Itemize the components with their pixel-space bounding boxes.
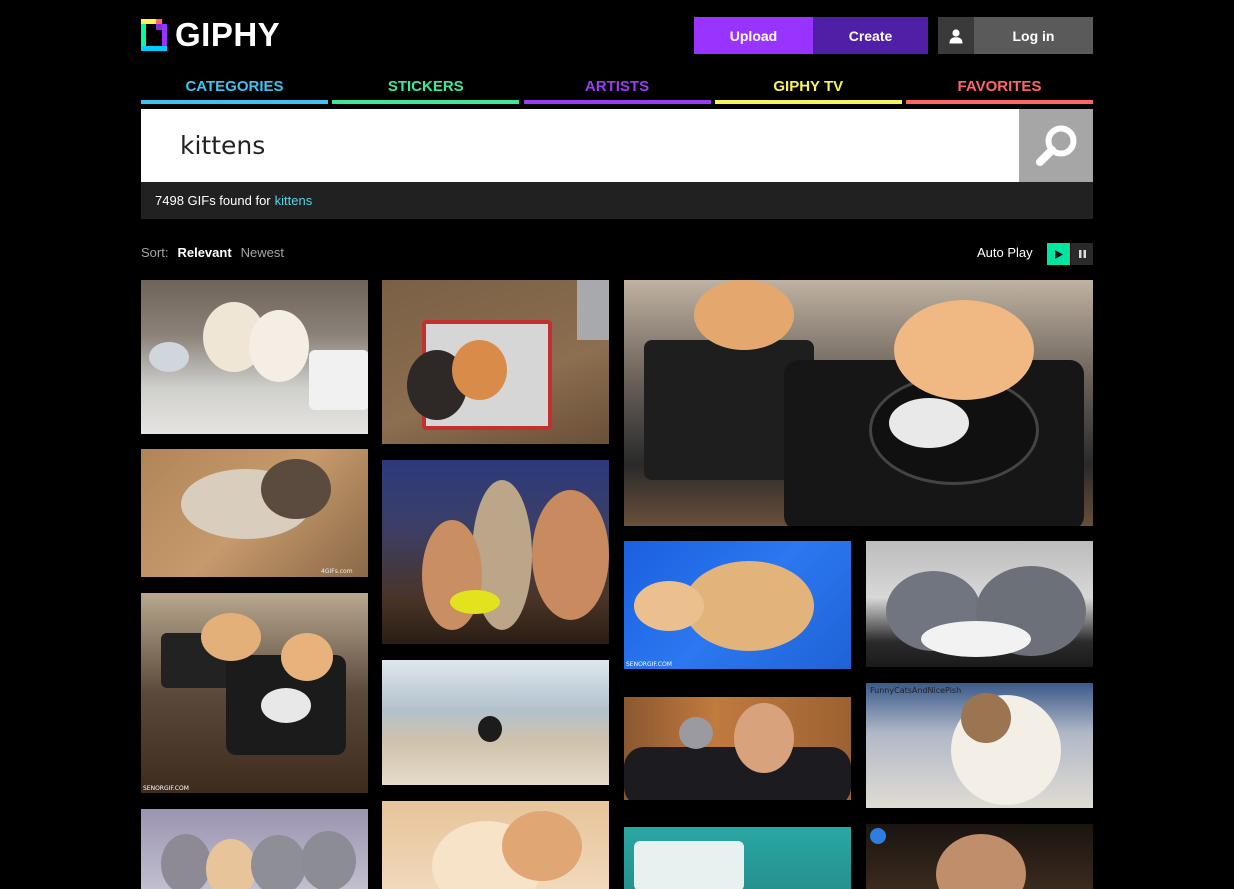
nav-stickers-underline bbox=[332, 100, 520, 104]
gif-subject bbox=[502, 811, 582, 881]
gif-subject bbox=[201, 613, 261, 661]
create-button[interactable]: Create bbox=[813, 17, 928, 54]
gif-subject bbox=[161, 834, 211, 889]
nav-favorites-label: FAVORITES bbox=[957, 78, 1042, 95]
gif-subject bbox=[281, 633, 333, 681]
nav-categories-underline bbox=[141, 100, 328, 104]
gif-tile[interactable] bbox=[382, 280, 609, 444]
search-input[interactable] bbox=[141, 109, 1019, 182]
gif-subject bbox=[251, 835, 306, 889]
sort-relevant[interactable]: Relevant bbox=[177, 245, 231, 260]
gif-subject bbox=[249, 310, 309, 382]
results-summary: 7498 GIFs found for kittens bbox=[141, 182, 1093, 219]
gif-subject bbox=[634, 841, 744, 889]
gif-tile[interactable] bbox=[141, 280, 368, 434]
giphy-logo[interactable]: GIPHY bbox=[141, 18, 280, 52]
gif-subject bbox=[450, 590, 500, 614]
gif-subject bbox=[889, 398, 969, 448]
sort-newest[interactable]: Newest bbox=[241, 245, 284, 260]
gif-tile[interactable]: SENORGIF.COM bbox=[624, 541, 851, 669]
user-icon bbox=[949, 28, 963, 43]
nav-giphy-tv-underline bbox=[714, 100, 902, 104]
gif-watermark: SENORGIF.COM bbox=[626, 661, 672, 668]
search-icon bbox=[1036, 125, 1077, 166]
gif-subject bbox=[261, 459, 331, 519]
nav-artists[interactable]: ARTISTS bbox=[523, 72, 711, 104]
sort-controls: Sort: Relevant Newest bbox=[141, 245, 284, 260]
gif-watermark: SENORGIF.COM bbox=[143, 785, 189, 792]
gif-subject bbox=[478, 716, 502, 742]
gif-subject bbox=[532, 490, 609, 620]
sort-label: Sort: bbox=[141, 245, 169, 260]
gif-tile[interactable] bbox=[624, 697, 851, 800]
gif-subject bbox=[870, 828, 886, 844]
gif-subject bbox=[894, 300, 1034, 400]
gif-tile[interactable] bbox=[382, 460, 609, 644]
autoplay-label: Auto Play bbox=[977, 245, 1033, 260]
play-icon bbox=[1054, 249, 1063, 259]
autoplay-play-button[interactable] bbox=[1047, 243, 1070, 265]
nav-artists-underline bbox=[523, 100, 711, 104]
giphy-logo-icon bbox=[141, 19, 167, 51]
gif-subject bbox=[452, 340, 507, 400]
gif-subject bbox=[694, 280, 794, 350]
gif-subject bbox=[149, 342, 189, 372]
gif-tile[interactable] bbox=[141, 809, 368, 889]
logo-wordmark: GIPHY bbox=[175, 16, 281, 53]
gif-tile[interactable] bbox=[866, 824, 1093, 889]
gif-subject bbox=[301, 831, 356, 889]
gif-subject bbox=[921, 621, 1031, 657]
gif-tile[interactable] bbox=[866, 541, 1093, 667]
gif-subject bbox=[577, 280, 609, 340]
nav-categories-label: CATEGORIES bbox=[185, 78, 284, 95]
main-nav: CATEGORIES STICKERS ARTISTS GIPHY TV FAV… bbox=[141, 72, 1093, 104]
gif-subject bbox=[936, 834, 1026, 889]
gif-tile[interactable] bbox=[382, 660, 609, 785]
login-button[interactable]: Log in bbox=[974, 17, 1093, 54]
gif-tile[interactable] bbox=[624, 280, 1093, 526]
nav-artists-label: ARTISTS bbox=[584, 78, 650, 95]
gif-subject bbox=[206, 839, 256, 889]
gif-subject bbox=[679, 717, 713, 749]
search-bar bbox=[141, 109, 1093, 182]
nav-stickers-label: STICKERS bbox=[387, 78, 464, 95]
nav-giphy-tv[interactable]: GIPHY TV bbox=[714, 72, 902, 104]
gif-watermark: 4GIFs.com bbox=[321, 568, 353, 575]
gif-tile[interactable]: FunnyCatsAndNicePish bbox=[866, 683, 1093, 808]
nav-stickers[interactable]: STICKERS bbox=[332, 72, 520, 104]
pause-icon bbox=[1078, 250, 1086, 258]
gif-subject bbox=[634, 581, 704, 631]
nav-favorites[interactable]: FAVORITES bbox=[906, 72, 1093, 104]
gif-subject bbox=[261, 688, 311, 723]
gif-caption: FunnyCatsAndNicePish bbox=[870, 686, 962, 695]
gif-tile[interactable]: 4GIFs.com bbox=[141, 449, 368, 577]
results-count: 7498 GIFs found for bbox=[155, 193, 271, 208]
nav-giphy-tv-label: GIPHY TV bbox=[773, 78, 844, 95]
gif-tile[interactable] bbox=[624, 827, 851, 889]
user-button[interactable] bbox=[938, 17, 974, 54]
nav-favorites-underline bbox=[906, 100, 1093, 104]
nav-categories[interactable]: CATEGORIES bbox=[141, 72, 328, 104]
gif-subject bbox=[961, 693, 1011, 743]
gif-subject bbox=[734, 703, 794, 773]
search-button[interactable] bbox=[1019, 109, 1093, 182]
autoplay-pause-button[interactable] bbox=[1071, 243, 1093, 265]
results-term-link[interactable]: kittens bbox=[275, 193, 313, 208]
gif-tile[interactable]: SENORGIF.COM bbox=[141, 593, 368, 793]
gif-subject bbox=[309, 350, 368, 410]
gif-tile[interactable] bbox=[382, 801, 609, 889]
upload-button[interactable]: Upload bbox=[694, 17, 813, 54]
